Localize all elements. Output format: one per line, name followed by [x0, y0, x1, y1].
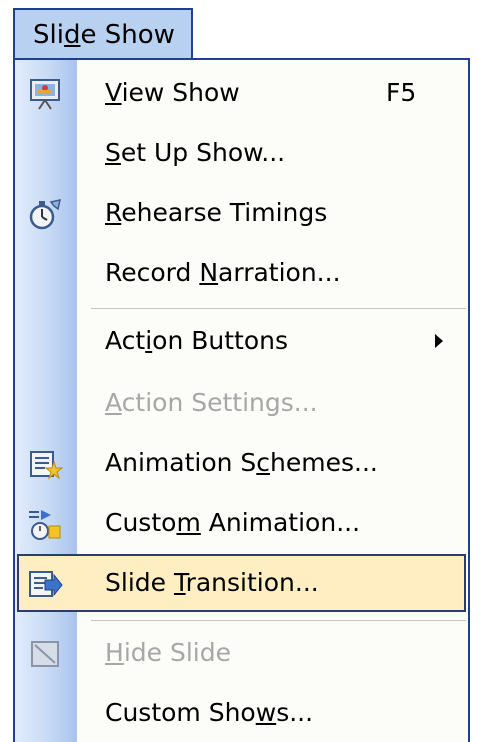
menu-item-label: Custom Animation...	[105, 508, 361, 537]
projector-screen-icon	[27, 76, 63, 112]
menu-item-label: Set Up Show...	[105, 138, 286, 167]
menu-item-animation-schemes[interactable]: Animation Schemes...	[15, 434, 468, 494]
menu-separator	[91, 308, 466, 309]
menu-item-slide-transition[interactable]: Slide Transition...	[15, 554, 468, 614]
submenu-arrow-icon	[435, 334, 443, 348]
slide-show-dropdown: View Show F5 Set Up Show... Rehearse Tim…	[13, 58, 470, 742]
custom-animation-icon	[27, 506, 63, 542]
menu-separator	[91, 620, 466, 621]
stopwatch-icon	[27, 196, 63, 232]
menu-item-custom-shows[interactable]: Custom Shows...	[15, 684, 468, 742]
animation-schemes-icon	[27, 446, 64, 482]
menu-item-label: Rehearse Timings	[105, 198, 328, 227]
menu-slide-show[interactable]: Slide Show	[13, 8, 193, 60]
menu-item-action-buttons[interactable]: Action Buttons	[15, 312, 468, 372]
menu-item-label: Custom Shows...	[105, 698, 314, 727]
menu-item-label: Animation Schemes...	[105, 448, 378, 477]
slide-transition-icon	[27, 566, 63, 602]
menu-item-custom-animation[interactable]: Custom Animation...	[15, 494, 468, 554]
menu-item-label: Hide Slide	[105, 638, 231, 667]
shortcut-label: F5	[386, 78, 417, 107]
menu-item-label: View Show	[105, 78, 240, 107]
menu-item-action-settings: Action Settings...	[15, 374, 468, 434]
menu-item-view-show[interactable]: View Show F5	[15, 64, 468, 124]
menu-item-set-up-show[interactable]: Set Up Show...	[15, 124, 468, 184]
menu-item-label: Action Buttons	[105, 326, 289, 355]
menu-item-rehearse-timings[interactable]: Rehearse Timings	[15, 184, 468, 244]
menu-item-record-narration[interactable]: Record Narration...	[15, 244, 468, 304]
menu-item-label: Action Settings...	[105, 388, 318, 417]
menu-slide-show-label: Slide Show	[33, 20, 175, 50]
menu-item-hide-slide: Hide Slide	[15, 624, 468, 684]
hide-slide-icon	[27, 636, 63, 672]
menu-item-label: Slide Transition...	[105, 568, 319, 597]
menu-item-label: Record Narration...	[105, 258, 341, 287]
